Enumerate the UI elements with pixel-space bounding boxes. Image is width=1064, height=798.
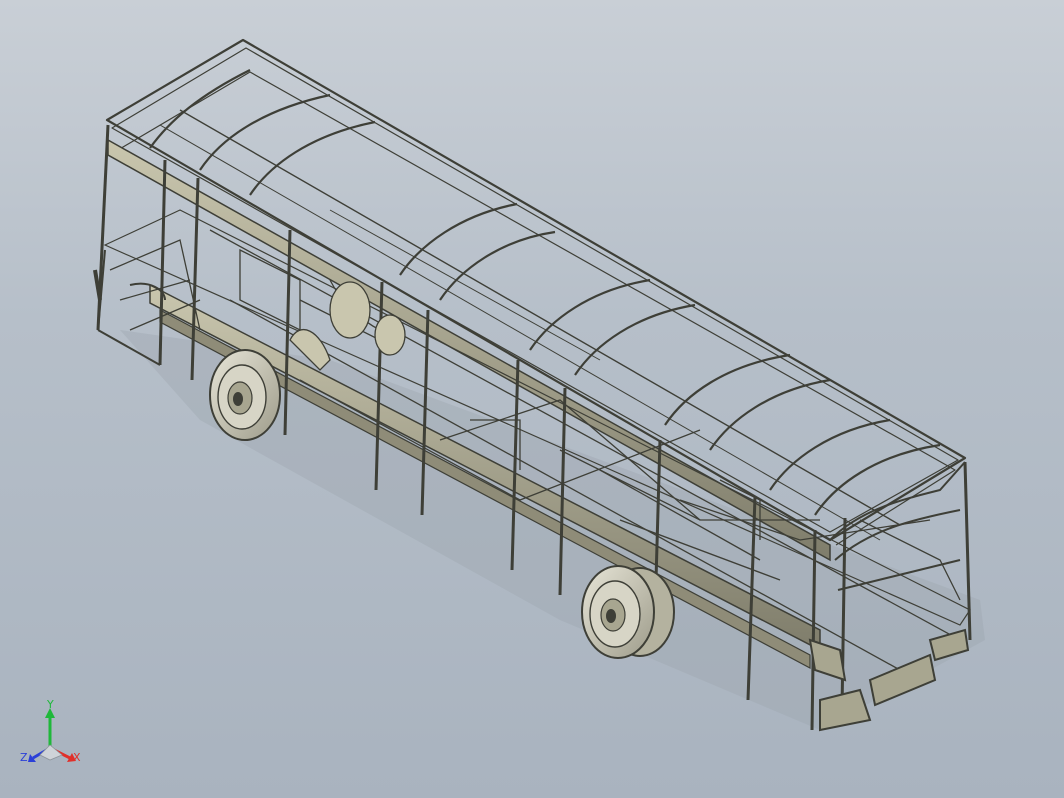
triad-y-label: Y [46, 700, 54, 711]
bus-frame-model[interactable] [0, 0, 1064, 798]
front-wheel [209, 349, 281, 441]
graphics-viewport[interactable]: Y X Z [0, 0, 1064, 798]
view-orientation-triad[interactable]: Y X Z [18, 700, 88, 775]
triad-y-axis [45, 708, 55, 748]
triad-base [39, 744, 63, 761]
triad-z-label: Z [20, 751, 28, 764]
front-axle-assembly [289, 281, 406, 371]
triad-x-label: X [73, 751, 81, 764]
rear-wheel [581, 565, 675, 659]
